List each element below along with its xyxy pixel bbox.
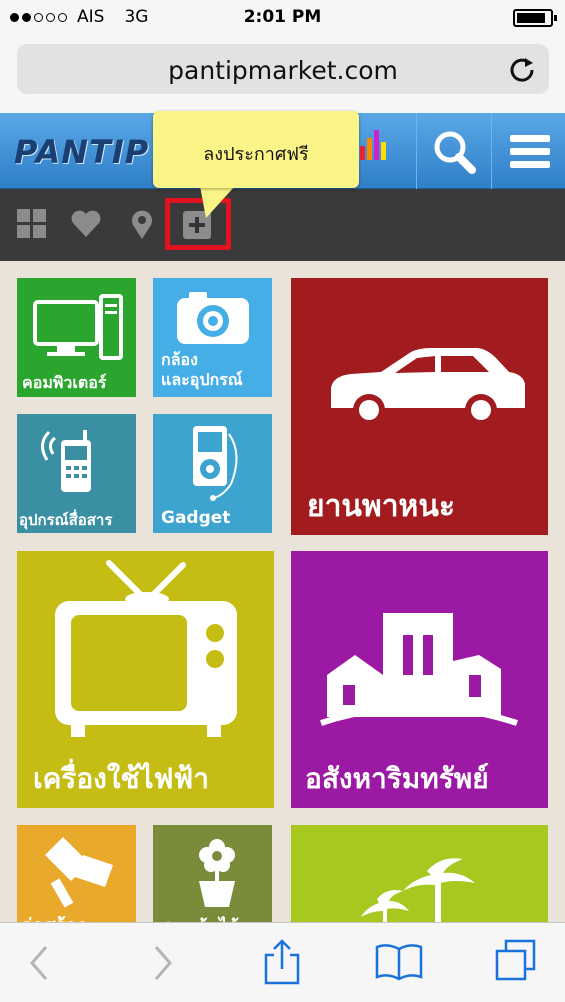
browser-bottom-bar xyxy=(0,922,565,1002)
tile-computer[interactable]: คอมพิวเตอร์ xyxy=(17,278,136,397)
computer-icon xyxy=(33,294,123,360)
search-button[interactable] xyxy=(416,113,490,189)
tile-label: อสังหาริมทรัพย์ xyxy=(305,762,489,795)
car-icon xyxy=(331,348,525,426)
tile-garden[interactable]: สวน ต้นไม้ xyxy=(153,825,272,925)
tile-camera[interactable]: กล้อง และอุปกรณ์ xyxy=(153,278,272,397)
camera-icon xyxy=(177,292,249,344)
status-bar: AIS 3G 2:01 PM xyxy=(0,0,565,36)
grid-icon[interactable] xyxy=(16,208,48,240)
tile-label: ยานพาหนะ xyxy=(307,489,455,524)
forward-chevron-icon[interactable] xyxy=(146,941,176,985)
tile-label-line1: กล้อง xyxy=(161,350,198,369)
tile-real-estate[interactable]: อสังหาริมทรัพย์ xyxy=(291,551,548,808)
tile-vehicles[interactable]: ยานพาหนะ xyxy=(291,278,548,535)
mobile-phone-icon xyxy=(41,430,91,492)
site-logo[interactable]: PANTIP xyxy=(14,133,149,171)
tile-label-line2: และอุปกรณ์ xyxy=(161,370,243,389)
tools-icon xyxy=(45,837,113,908)
equalizer-icon[interactable] xyxy=(360,128,386,160)
tooltip-tail xyxy=(200,186,235,218)
back-chevron-icon[interactable] xyxy=(26,941,56,985)
share-icon[interactable] xyxy=(262,937,302,985)
television-icon xyxy=(55,560,237,737)
tile-label: Gadget xyxy=(161,508,231,528)
bookmarks-icon[interactable] xyxy=(374,943,424,981)
tooltip-text: ลงประกาศฟรี xyxy=(203,144,309,165)
tile-label: อุปกรณ์สื่อสาร xyxy=(19,511,113,529)
post-free-tooltip: ลงประกาศฟรี xyxy=(153,111,359,188)
tile-construction[interactable]: ก่อสร้าง xyxy=(17,825,136,925)
flower-pot-icon xyxy=(199,839,235,907)
tile-travel[interactable] xyxy=(291,825,548,925)
tile-label: คอมพิวเตอร์ xyxy=(22,373,107,392)
location-pin-icon[interactable] xyxy=(126,208,158,240)
tabs-icon[interactable] xyxy=(494,939,538,983)
url-text[interactable]: pantipmarket.com xyxy=(17,56,549,85)
heart-icon[interactable] xyxy=(70,208,102,240)
search-icon xyxy=(434,131,476,174)
browser-address-area: pantipmarket.com xyxy=(0,36,565,114)
tile-appliances[interactable]: เครื่องใช้ไฟฟ้า xyxy=(17,551,274,808)
status-time: 2:01 PM xyxy=(243,7,322,27)
tile-label: เครื่องใช้ไฟฟ้า xyxy=(33,762,209,795)
address-bar[interactable]: pantipmarket.com xyxy=(17,44,549,94)
tile-gadget[interactable]: Gadget xyxy=(153,414,272,533)
tile-communication[interactable]: อุปกรณ์สื่อสาร xyxy=(17,414,136,533)
hamburger-menu-icon xyxy=(510,135,550,168)
menu-button[interactable] xyxy=(491,113,565,189)
battery-icon xyxy=(513,9,557,27)
site-toolbar xyxy=(0,189,565,261)
palm-tree-icon xyxy=(361,858,475,925)
reload-icon[interactable] xyxy=(507,54,537,84)
music-player-icon xyxy=(193,426,238,501)
buildings-icon xyxy=(320,613,518,726)
